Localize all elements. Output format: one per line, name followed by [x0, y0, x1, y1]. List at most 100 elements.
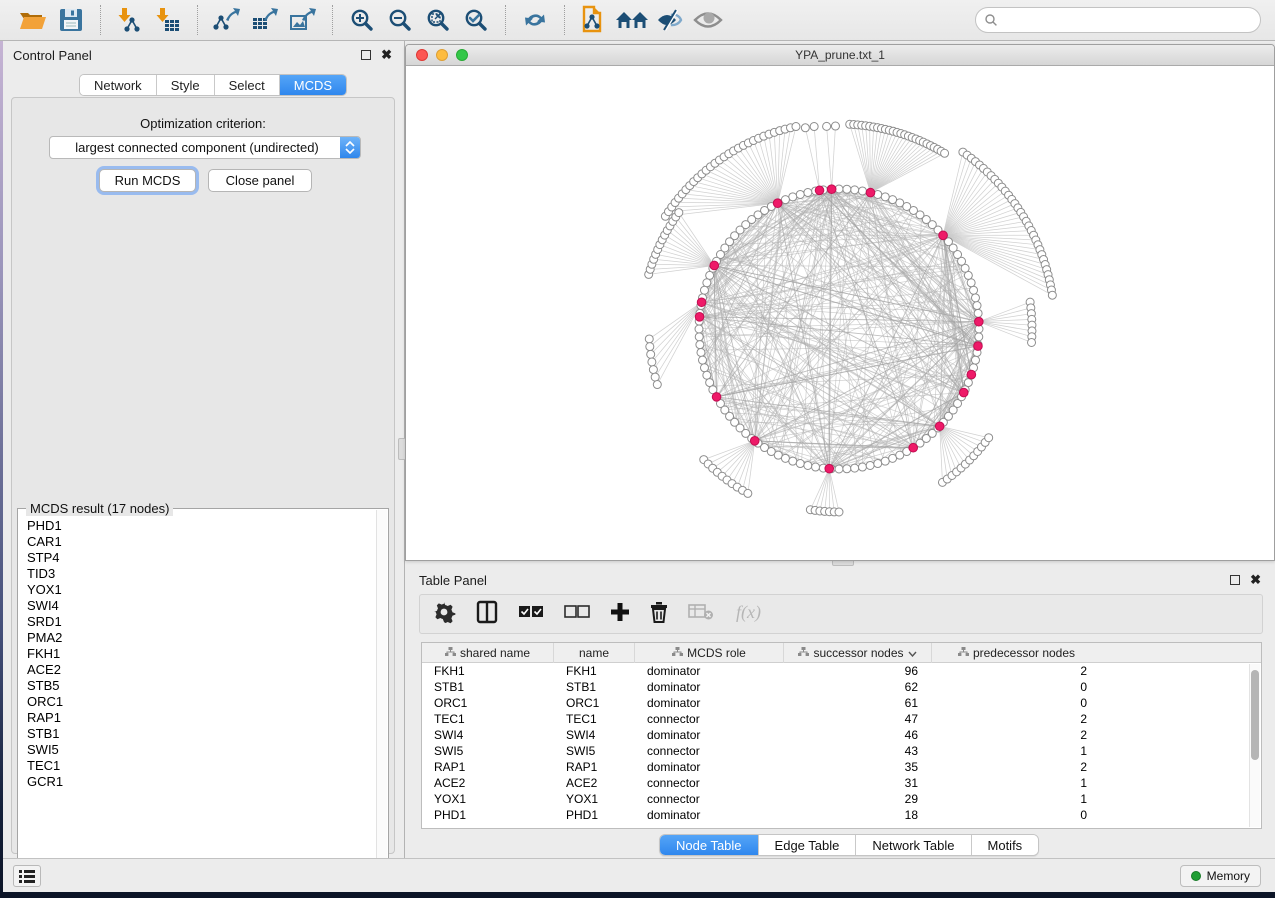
table-row[interactable]: ORC1ORC1dominator610: [422, 695, 1261, 711]
zoom-out-button[interactable]: [381, 3, 419, 37]
mcds-result-node[interactable]: SWI5: [27, 742, 376, 758]
tab-mcds[interactable]: MCDS: [280, 75, 346, 95]
column-header-successor-nodes[interactable]: successor nodes: [784, 643, 932, 663]
delete-table-icon: [688, 603, 714, 626]
zoom-selected-button[interactable]: [457, 3, 495, 37]
cell-predecessor-nodes: 1: [932, 743, 1101, 759]
mcds-result-node[interactable]: PHD1: [27, 518, 376, 534]
table-row[interactable]: FKH1FKH1dominator962: [422, 663, 1261, 679]
tab-motifs[interactable]: Motifs: [972, 835, 1039, 855]
hide-graphics-details-icon: [655, 7, 685, 33]
mcds-result-node[interactable]: STP4: [27, 550, 376, 566]
clear-row-selection-button[interactable]: [564, 599, 590, 629]
delete-column-button[interactable]: [650, 599, 668, 629]
table-row[interactable]: PHD1PHD1dominator180: [422, 807, 1261, 823]
mcds-result-node[interactable]: GCR1: [27, 774, 376, 790]
new-network-from-selection-button[interactable]: [575, 3, 613, 37]
cell-predecessor-nodes: 2: [932, 711, 1101, 727]
tab-network[interactable]: Network: [80, 75, 157, 95]
toolbar-separator: [100, 5, 101, 35]
status-bar: Memory: [3, 858, 1275, 892]
svg-text:f(x): f(x): [736, 602, 761, 623]
zoom-fit-button[interactable]: [419, 3, 457, 37]
mcds-result-node[interactable]: YOX1: [27, 582, 376, 598]
search-box[interactable]: [975, 7, 1261, 33]
float-table-panel-icon[interactable]: [1230, 575, 1240, 585]
table-row[interactable]: SWI5SWI5connector431: [422, 743, 1261, 759]
import-network-button[interactable]: [111, 3, 149, 37]
double-house-button[interactable]: [613, 3, 651, 37]
tab-node-table[interactable]: Node Table: [660, 835, 759, 855]
hide-graphics-details-button[interactable]: [651, 3, 689, 37]
network-canvas[interactable]: [406, 66, 1275, 561]
cell-MCDS-role: connector: [635, 743, 784, 759]
column-header-shared-name[interactable]: shared name: [422, 643, 554, 663]
cell-predecessor-nodes: 1: [932, 775, 1101, 791]
cell-name: ORC1: [554, 695, 635, 711]
mcds-result-node[interactable]: SWI4: [27, 598, 376, 614]
column-header-predecessor-nodes[interactable]: predecessor nodes: [932, 643, 1101, 663]
close-panel-button[interactable]: Close panel: [208, 169, 312, 192]
search-input[interactable]: [998, 10, 1260, 30]
close-panel-icon[interactable]: ✖: [381, 50, 392, 60]
cell-name: RAP1: [554, 759, 635, 775]
control-panel-tabs: NetworkStyleSelectMCDS: [79, 74, 347, 96]
mcds-result-node[interactable]: FKH1: [27, 646, 376, 662]
mcds-result-node[interactable]: PMA2: [27, 630, 376, 646]
table-row[interactable]: STB1STB1dominator620: [422, 679, 1261, 695]
zoom-in-button[interactable]: [343, 3, 381, 37]
mcds-result-node[interactable]: CAR1: [27, 534, 376, 550]
task-history-button[interactable]: [13, 865, 41, 887]
table-scrollbar-thumb[interactable]: [1251, 670, 1259, 760]
mcds-result-node[interactable]: RAP1: [27, 710, 376, 726]
mcds-result-node[interactable]: SRD1: [27, 614, 376, 630]
add-column-button[interactable]: [610, 599, 630, 629]
toolbar-separator: [197, 5, 198, 35]
save-session-button[interactable]: [52, 3, 90, 37]
cell-predecessor-nodes: 2: [932, 759, 1101, 775]
float-panel-icon[interactable]: [361, 50, 371, 60]
open-file-button[interactable]: [14, 3, 52, 37]
table-row[interactable]: RAP1RAP1dominator352: [422, 759, 1261, 775]
mcds-result-node[interactable]: STB5: [27, 678, 376, 694]
cell-shared-name: STB1: [422, 679, 554, 695]
column-header-name[interactable]: name: [554, 643, 635, 663]
mcds-result-scrollbar[interactable]: [376, 510, 387, 878]
mcds-result-box: MCDS result (17 nodes) PHD1CAR1STP4TID3Y…: [17, 508, 389, 880]
table-row[interactable]: ACE2ACE2connector311: [422, 775, 1261, 791]
import-table-button[interactable]: [149, 3, 187, 37]
cell-MCDS-role: connector: [635, 711, 784, 727]
mcds-result-node[interactable]: ORC1: [27, 694, 376, 710]
column-type-icon: [798, 646, 809, 660]
show-columns-button[interactable]: [476, 599, 498, 629]
table-row[interactable]: SWI4SWI4dominator462: [422, 727, 1261, 743]
list-icon: [19, 870, 35, 883]
select-all-rows-button[interactable]: [518, 599, 544, 629]
tab-edge-table[interactable]: Edge Table: [759, 835, 857, 855]
show-graphics-details-button[interactable]: [689, 3, 727, 37]
optimization-criterion-label: Optimization criterion:: [12, 116, 394, 131]
table-row[interactable]: YOX1YOX1connector291: [422, 791, 1261, 807]
open-file-icon: [18, 7, 48, 33]
refresh-layout-button[interactable]: [516, 3, 554, 37]
cell-predecessor-nodes: 0: [932, 695, 1101, 711]
mcds-result-node[interactable]: ACE2: [27, 662, 376, 678]
run-mcds-button[interactable]: Run MCDS: [99, 169, 196, 192]
mcds-result-node[interactable]: TEC1: [27, 758, 376, 774]
table-row[interactable]: TEC1TEC1connector472: [422, 711, 1261, 727]
column-header-MCDS-role[interactable]: MCDS role: [635, 643, 784, 663]
mcds-result-node[interactable]: TID3: [27, 566, 376, 582]
criterion-select[interactable]: largest connected component (undirected): [49, 136, 361, 159]
memory-button[interactable]: Memory: [1180, 865, 1261, 887]
table-scrollbar[interactable]: [1249, 664, 1260, 827]
close-table-panel-icon[interactable]: ✖: [1250, 575, 1261, 585]
export-network-button[interactable]: [208, 3, 246, 37]
table-settings-button[interactable]: [432, 599, 456, 629]
tab-style[interactable]: Style: [157, 75, 215, 95]
export-image-button[interactable]: [284, 3, 322, 37]
network-window-title: YPA_prune.txt_1: [406, 48, 1274, 62]
tab-select[interactable]: Select: [215, 75, 280, 95]
tab-network-table[interactable]: Network Table: [856, 835, 971, 855]
mcds-result-node[interactable]: STB1: [27, 726, 376, 742]
export-table-button[interactable]: [246, 3, 284, 37]
